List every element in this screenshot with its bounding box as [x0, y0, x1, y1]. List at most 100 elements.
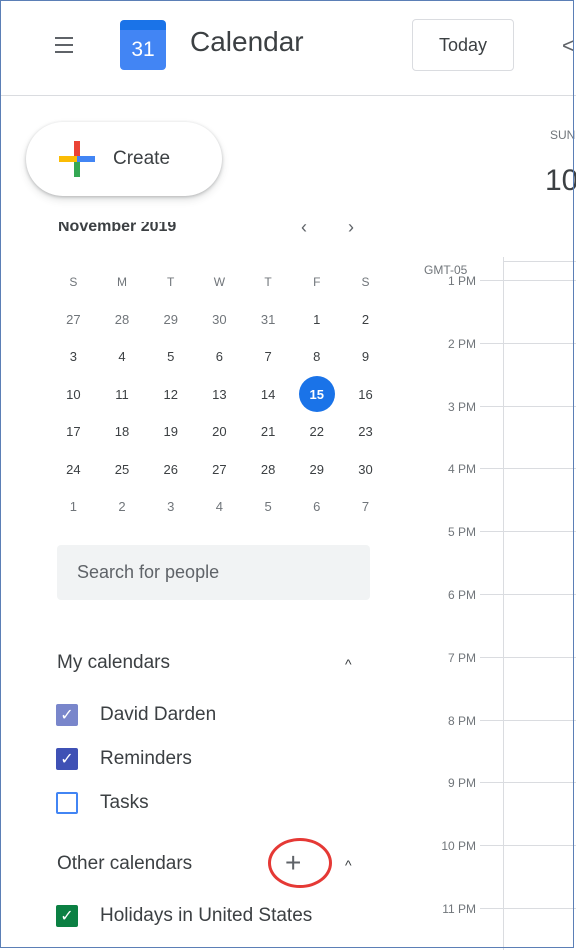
mini-calendar-day[interactable]: 11	[98, 376, 147, 414]
mini-calendar-day[interactable]: 6	[292, 488, 341, 526]
day-number-label: 6	[215, 349, 224, 365]
weekday-label: W	[213, 274, 226, 289]
calendar-logo-icon[interactable]: 31	[120, 20, 166, 70]
mini-calendar-day[interactable]: 27	[195, 451, 244, 489]
mini-calendar-day[interactable]: 6	[195, 338, 244, 376]
checkbox-checked-icon[interactable]: ✓	[56, 704, 78, 726]
other-calendars-title[interactable]: Other calendars	[57, 853, 192, 875]
mini-calendar-day[interactable]: 10	[49, 376, 98, 414]
mini-calendar-day[interactable]: 28	[244, 451, 293, 489]
prev-period-chevron-icon[interactable]: <	[562, 33, 575, 59]
day-number[interactable]: 10	[545, 164, 576, 198]
hour-row[interactable]: 6 PM	[400, 588, 576, 608]
mini-calendar-day[interactable]: 9	[341, 338, 390, 376]
hour-row[interactable]: 8 PM	[400, 714, 576, 734]
mini-calendar-day[interactable]: 19	[146, 413, 195, 451]
search-people-box[interactable]	[57, 545, 370, 600]
mini-calendar-day[interactable]: 12	[146, 376, 195, 414]
search-people-input[interactable]	[75, 561, 359, 584]
mini-calendar-day[interactable]: 4	[195, 488, 244, 526]
mini-calendar-day[interactable]: 3	[146, 488, 195, 526]
mini-calendar-day[interactable]: 24	[49, 451, 98, 489]
calendar-item-david-darden[interactable]: ✓ David Darden	[56, 704, 216, 726]
mini-calendar-day[interactable]: 14	[244, 376, 293, 414]
mini-next-month-chevron-icon[interactable]: ›	[348, 222, 354, 238]
day-number-label: 29	[163, 311, 178, 327]
mini-calendar-day[interactable]: 27	[49, 301, 98, 339]
mini-calendar-day[interactable]: 23	[341, 413, 390, 451]
hour-row[interactable]: 3 PM	[400, 400, 576, 420]
mini-calendar-day[interactable]: 5	[244, 488, 293, 526]
mini-calendar-day[interactable]: 18	[98, 413, 147, 451]
mini-calendar-day[interactable]: 21	[244, 413, 293, 451]
day-number-label: 22	[309, 424, 325, 440]
hour-row[interactable]: 4 PM	[400, 462, 576, 482]
other-calendars-collapse-chevron-icon[interactable]: ^	[345, 857, 352, 873]
day-number-label: 28	[114, 311, 130, 327]
hour-gridline	[480, 468, 576, 470]
mini-calendar-week-row: 27 28 29 30 31 1 2	[49, 301, 390, 339]
mini-calendar-day[interactable]: 30	[341, 451, 390, 489]
hour-row[interactable]: 2 PM	[400, 337, 576, 357]
mini-calendar-day[interactable]: 1	[292, 301, 341, 339]
hour-label: 4 PM	[447, 462, 476, 477]
day-number-label: 17	[66, 424, 81, 440]
create-button-label: Create	[113, 148, 171, 169]
hour-row[interactable]: 5 PM	[400, 525, 576, 545]
calendar-item-holidays-us[interactable]: ✓ Holidays in United States	[56, 905, 312, 927]
day-number-label: 4	[215, 499, 224, 515]
mini-calendar-month: November 2019	[58, 222, 177, 235]
day-number-label: 28	[260, 461, 276, 477]
mini-calendar-day[interactable]: 29	[146, 301, 195, 339]
mini-calendar-day[interactable]: 25	[98, 451, 147, 489]
hour-row[interactable]: 7 PM	[400, 651, 576, 671]
mini-calendar-day[interactable]: 17	[49, 413, 98, 451]
hamburger-menu-icon[interactable]	[52, 33, 84, 59]
my-calendars-title[interactable]: My calendars	[57, 652, 170, 674]
mini-calendar-day[interactable]: 7	[341, 488, 390, 526]
mini-calendar-day[interactable]: 8	[292, 338, 341, 376]
hour-row[interactable]: 1 PM	[400, 274, 576, 294]
add-other-calendar-plus-icon[interactable]: +	[285, 849, 301, 877]
day-number-label: 29	[309, 461, 325, 477]
hour-label: 6 PM	[447, 588, 476, 602]
hour-row[interactable]: 10 PM	[400, 839, 576, 859]
mini-calendar-day[interactable]: 5	[146, 338, 195, 376]
day-number-label: 23	[358, 424, 373, 440]
day-view-grid: SUN 10 GMT-05 1 PM 2 PM 3 PM 4 PM 5 PM 6 PM 7 …	[400, 96, 576, 950]
mini-prev-month-chevron-icon[interactable]: ‹	[301, 222, 307, 238]
weekday-label: S	[69, 274, 78, 289]
mini-calendar-day[interactable]: 3	[49, 338, 98, 376]
mini-calendar-day[interactable]: 31	[244, 301, 293, 339]
checkbox-checked-icon[interactable]: ✓	[56, 905, 78, 927]
mini-calendar-header: November 2019 ‹ ›	[58, 222, 378, 240]
day-number-label: 27	[66, 311, 81, 327]
mini-calendar-day[interactable]: 22	[292, 413, 341, 451]
mini-calendar-day[interactable]: 4	[98, 338, 147, 376]
hour-row[interactable]: 11 PM	[400, 902, 576, 922]
mini-calendar-day[interactable]: 7	[244, 338, 293, 376]
checkbox-checked-icon[interactable]: ✓	[56, 748, 78, 770]
mini-calendar-day[interactable]: 16	[341, 376, 390, 414]
calendar-item-label: Reminders	[100, 748, 192, 769]
mini-calendar-day[interactable]: 26	[146, 451, 195, 489]
calendar-item-tasks[interactable]: Tasks	[56, 792, 149, 814]
mini-calendar-day[interactable]: 2	[98, 488, 147, 526]
weekday-label: T	[167, 274, 175, 289]
checkbox-unchecked-icon[interactable]	[56, 792, 78, 814]
app-title: Calendar	[190, 26, 304, 57]
mini-calendar-day[interactable]: 30	[195, 301, 244, 339]
mini-calendar-today[interactable]: 15	[292, 376, 341, 414]
day-number-label: 10	[66, 386, 81, 402]
today-button[interactable]: Today	[412, 19, 514, 71]
mini-calendar-day[interactable]: 13	[195, 376, 244, 414]
mini-calendar-day[interactable]: 29	[292, 451, 341, 489]
mini-calendar-day[interactable]: 1	[49, 488, 98, 526]
hour-row[interactable]: 9 PM	[400, 776, 576, 796]
mini-calendar-day[interactable]: 2	[341, 301, 390, 339]
my-calendars-collapse-chevron-icon[interactable]: ^	[345, 656, 352, 672]
calendar-item-reminders[interactable]: ✓ Reminders	[56, 748, 192, 770]
create-button[interactable]: Create	[26, 122, 222, 196]
mini-calendar-day[interactable]: 28	[98, 301, 147, 339]
mini-calendar-day[interactable]: 20	[195, 413, 244, 451]
